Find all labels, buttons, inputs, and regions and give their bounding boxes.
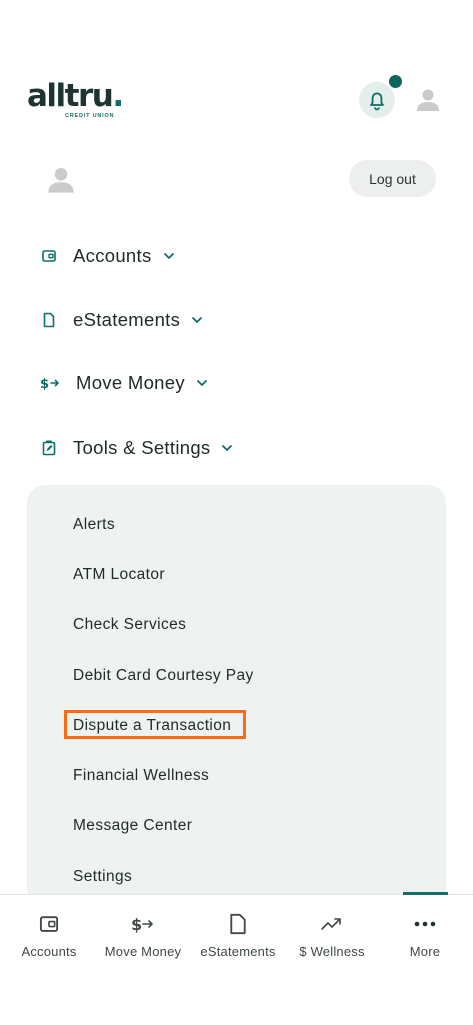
submenu-item-debit-card-courtesy-pay[interactable]: Debit Card Courtesy Pay [73, 666, 254, 686]
tab-label: More [409, 944, 441, 959]
svg-text:$: $ [131, 915, 142, 934]
document-icon [40, 311, 58, 329]
submenu-item-atm-locator[interactable]: ATM Locator [73, 565, 165, 585]
clipboard-edit-icon [40, 439, 58, 457]
nav-item-label: Tools & Settings [73, 437, 211, 458]
trending-up-icon [320, 912, 344, 936]
notification-badge [389, 75, 402, 88]
tab-label: Accounts [21, 944, 77, 959]
bell-icon [370, 92, 384, 111]
active-tab-indicator [403, 892, 448, 895]
highlight-box [64, 710, 246, 739]
submenu-item-settings[interactable]: Settings [73, 867, 132, 887]
tab-label: eStatements [200, 944, 276, 959]
wallet-icon [38, 912, 60, 936]
user-icon [48, 168, 74, 193]
nav-item-move-money[interactable]: $ Move Money [40, 368, 209, 398]
svg-text:$: $ [40, 377, 49, 391]
more-dots-icon [413, 912, 437, 936]
nav-item-tools-settings[interactable]: Tools & Settings [40, 433, 234, 463]
chevron-down-icon [220, 441, 234, 455]
nav-item-label: Accounts [73, 245, 152, 266]
submenu-item-check-services[interactable]: Check Services [73, 615, 186, 635]
user-icon [417, 89, 439, 111]
tab-label: Move Money [104, 944, 182, 959]
logo-text: alltru [27, 78, 114, 114]
tab-label: $ Wellness [299, 944, 365, 959]
nav-item-label: Move Money [76, 372, 185, 393]
document-icon [228, 912, 248, 936]
chevron-down-icon [195, 376, 209, 390]
chevron-down-icon [190, 313, 204, 327]
transfer-money-icon: $ [40, 374, 61, 392]
nav-item-accounts[interactable]: Accounts [40, 241, 176, 271]
tab-estatements[interactable]: eStatements [195, 912, 281, 972]
nav-item-label: eStatements [73, 309, 181, 330]
profile-button[interactable] [414, 86, 442, 114]
logo-dot: . [112, 78, 124, 114]
tab-accounts[interactable]: Accounts [14, 912, 84, 972]
tools-settings-submenu [27, 485, 446, 905]
transfer-money-icon: $ [130, 912, 156, 936]
submenu-item-alerts[interactable]: Alerts [73, 515, 115, 535]
logo-subtext: CREDIT UNION [65, 113, 115, 119]
logout-button[interactable]: Log out [349, 160, 436, 197]
chevron-down-icon [162, 249, 176, 263]
notifications-button[interactable] [359, 82, 395, 118]
user-avatar [45, 164, 77, 196]
nav-item-estatements[interactable]: eStatements [40, 305, 204, 335]
wallet-icon [40, 247, 58, 265]
submenu-item-financial-wellness[interactable]: Financial Wellness [73, 766, 209, 786]
tab-move-money[interactable]: $ Move Money [100, 912, 186, 972]
submenu-item-message-center[interactable]: Message Center [73, 816, 192, 836]
tab-more[interactable]: More [395, 912, 455, 972]
tab-wellness[interactable]: $ Wellness [290, 912, 374, 972]
alltru-logo[interactable]: alltru. CREDIT UNION [27, 80, 137, 124]
